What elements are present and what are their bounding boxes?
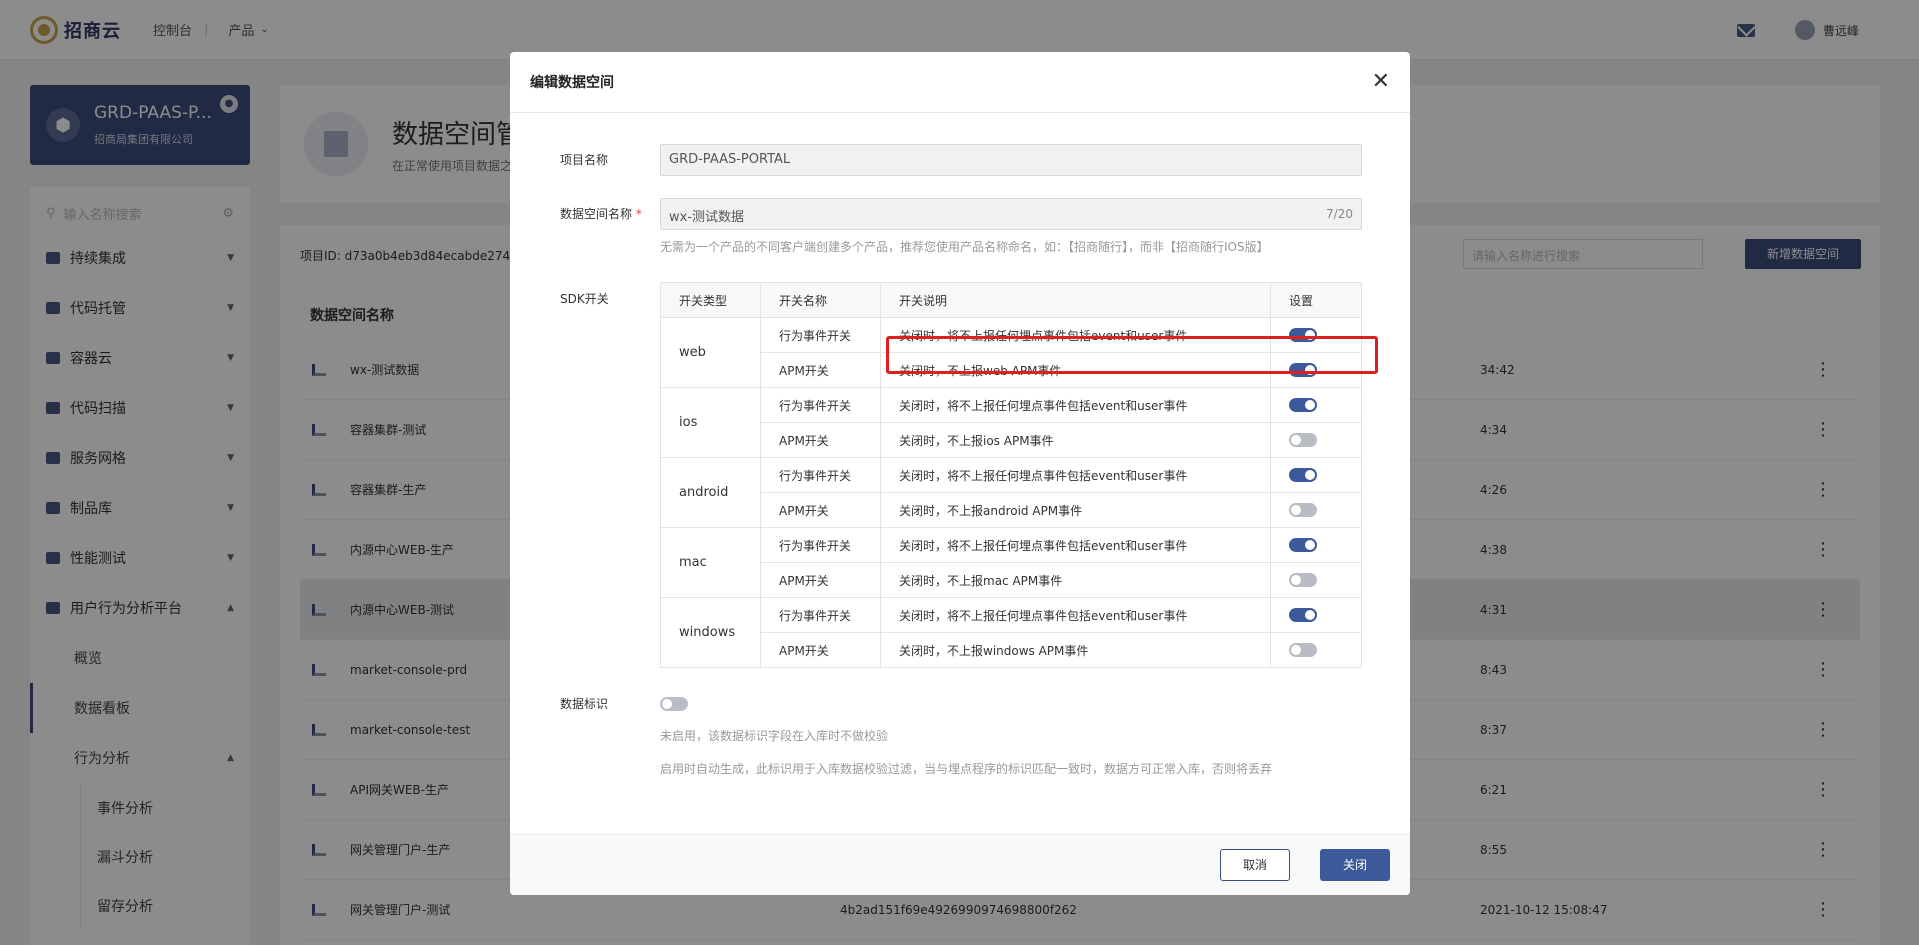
sdk-type: android (660, 457, 761, 528)
switch-cell (1270, 527, 1362, 563)
highlight-box (886, 336, 1378, 374)
switch-name: 行为事件开关 (760, 387, 881, 423)
ios-apm-toggle[interactable] (1289, 433, 1317, 448)
close-icon[interactable]: ✕ (1372, 71, 1390, 93)
data-tag-toggle[interactable] (660, 697, 688, 711)
col-name: 开关名称 (760, 282, 881, 318)
switch-name: APM开关 (760, 422, 881, 458)
data-tag-label: 数据标识 (560, 697, 609, 711)
modal-footer: 取消 关闭 (510, 834, 1410, 895)
sdk-type: web (660, 317, 761, 388)
switch-desc: 关闭时，将不上报任何埋点事件包括event和user事件 (880, 457, 1271, 493)
modal-title: 编辑数据空间 (530, 75, 614, 91)
switch-desc: 关闭时，不上报mac APM事件 (880, 562, 1271, 598)
switch-name: 行为事件开关 (760, 317, 881, 353)
switch-cell (1270, 492, 1362, 528)
switch-cell (1270, 597, 1362, 633)
modal-header: 编辑数据空间 ✕ (510, 52, 1410, 113)
close-button[interactable]: 关闭 (1320, 849, 1390, 881)
cancel-button[interactable]: 取消 (1220, 849, 1290, 881)
switch-desc: 关闭时，将不上报任何埋点事件包括event和user事件 (880, 527, 1271, 563)
switch-name: 行为事件开关 (760, 597, 881, 633)
mac-apm-toggle[interactable] (1289, 573, 1317, 588)
windows-event-toggle[interactable] (1289, 608, 1317, 623)
data-tag-hint-disabled: 未启用，该数据标识字段在入库时不做校验 (660, 729, 889, 743)
data-tag-hint-enabled: 启用时自动生成，此标识用于入库数据校验过滤，当与埋点程序的标识匹配一致时，数据方… (660, 762, 1273, 776)
switch-desc: 关闭时，不上报windows APM事件 (880, 632, 1271, 668)
project-name-field[interactable]: GRD-PAAS-PORTAL (660, 144, 1362, 176)
col-setting: 设置 (1270, 282, 1362, 318)
edit-data-space-dialog: 编辑数据空间 ✕ 项目名称 GRD-PAAS-PORTAL 数据空间名称 * w… (510, 52, 1410, 895)
required-mark: * (635, 207, 642, 221)
switch-desc: 关闭时，不上报ios APM事件 (880, 422, 1271, 458)
table-row: ios 行为事件开关 关闭时，将不上报任何埋点事件包括event和user事件 (660, 387, 1362, 458)
char-count: 7/20 (1326, 207, 1353, 221)
sdk-type: windows (660, 597, 761, 668)
android-apm-toggle[interactable] (1289, 503, 1317, 518)
table-row: mac 行为事件开关 关闭时，将不上报任何埋点事件包括event和user事件 (660, 527, 1362, 598)
space-name-value: wx-测试数据 (669, 210, 745, 225)
sdk-type: mac (660, 527, 761, 598)
mac-event-toggle[interactable] (1289, 538, 1317, 553)
table-row: APM开关 关闭时，不上报ios APM事件 (661, 422, 1362, 458)
col-type: 开关类型 (660, 282, 761, 318)
sdk-type: ios (660, 387, 761, 458)
space-name-label: 数据空间名称 * (560, 205, 642, 222)
switch-name: APM开关 (760, 352, 881, 388)
switch-name: APM开关 (760, 562, 881, 598)
switch-name: 行为事件开关 (760, 457, 881, 493)
table-row: windows 行为事件开关 关闭时，将不上报任何埋点事件包括event和use… (660, 597, 1362, 668)
space-name-hint: 无需为一个产品的不同客户端创建多个产品，推荐您使用产品名称命名，如：【招商随行】… (660, 240, 1269, 254)
ios-event-toggle[interactable] (1289, 398, 1317, 413)
table-row: APM开关 关闭时，不上报mac APM事件 (661, 562, 1362, 598)
switch-desc: 关闭时，不上报android APM事件 (880, 492, 1271, 528)
sdk-switch-label: SDK开关 (560, 292, 609, 306)
switch-desc: 关闭时，将不上报任何埋点事件包括event和user事件 (880, 387, 1271, 423)
table-header-row: 开关类型 开关名称 开关说明 设置 (660, 282, 1362, 318)
table-row: android 行为事件开关 关闭时，将不上报任何埋点事件包括event和use… (660, 457, 1362, 528)
table-row: APM开关 关闭时，不上报windows APM事件 (661, 632, 1362, 668)
col-desc: 开关说明 (880, 282, 1271, 318)
switch-name: 行为事件开关 (760, 527, 881, 563)
switch-cell (1270, 457, 1362, 493)
switch-cell (1270, 632, 1362, 668)
switch-cell (1270, 422, 1362, 458)
table-row: APM开关 关闭时，不上报android APM事件 (661, 492, 1362, 528)
switch-name: APM开关 (760, 632, 881, 668)
project-name-label: 项目名称 (560, 153, 609, 167)
windows-apm-toggle[interactable] (1289, 643, 1317, 658)
switch-name: APM开关 (760, 492, 881, 528)
switch-cell (1270, 387, 1362, 423)
switch-desc: 关闭时，将不上报任何埋点事件包括event和user事件 (880, 597, 1271, 633)
switch-cell (1270, 562, 1362, 598)
android-event-toggle[interactable] (1289, 468, 1317, 483)
space-name-field[interactable]: wx-测试数据 7/20 (660, 198, 1362, 230)
space-name-label-text: 数据空间名称 (560, 207, 633, 221)
